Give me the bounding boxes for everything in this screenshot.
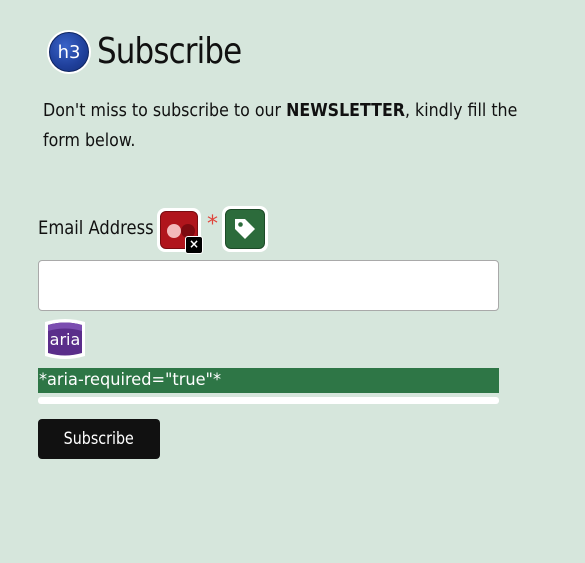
- divider: [38, 397, 499, 404]
- email-label-row: Email Address × *: [38, 206, 268, 254]
- tag-icon: [222, 206, 268, 252]
- intro-text-start: Don't miss to subscribe to our: [43, 100, 287, 121]
- subscribe-button[interactable]: Subscribe: [38, 419, 160, 459]
- close-icon: ×: [185, 236, 203, 254]
- intro-text-bold: NEWSLETTER: [286, 100, 405, 121]
- aria-icon: aria: [41, 317, 89, 361]
- intro-text-end: , kindly fill the: [404, 100, 518, 121]
- aria-badge-text: aria: [50, 330, 81, 349]
- aria-required-note-text: *aria-required="true"*: [38, 370, 222, 390]
- page-heading: h3 Subscribe: [47, 30, 265, 74]
- h3-badge-icon: h3: [47, 30, 91, 74]
- aria-required-note: *aria-required="true"*: [38, 368, 499, 393]
- intro-text: Don't miss to subscribe to our NEWSLETTE…: [43, 96, 517, 156]
- page-title: Subscribe: [97, 31, 242, 72]
- email-input[interactable]: [38, 260, 499, 311]
- error-missing-label-icon: ×: [157, 208, 203, 254]
- subscribe-button-label: Subscribe: [63, 429, 135, 449]
- required-marker: *: [207, 212, 218, 237]
- email-label: Email Address: [38, 217, 154, 239]
- h3-badge-text: h3: [49, 32, 89, 72]
- intro-text-line2: form below.: [43, 130, 136, 151]
